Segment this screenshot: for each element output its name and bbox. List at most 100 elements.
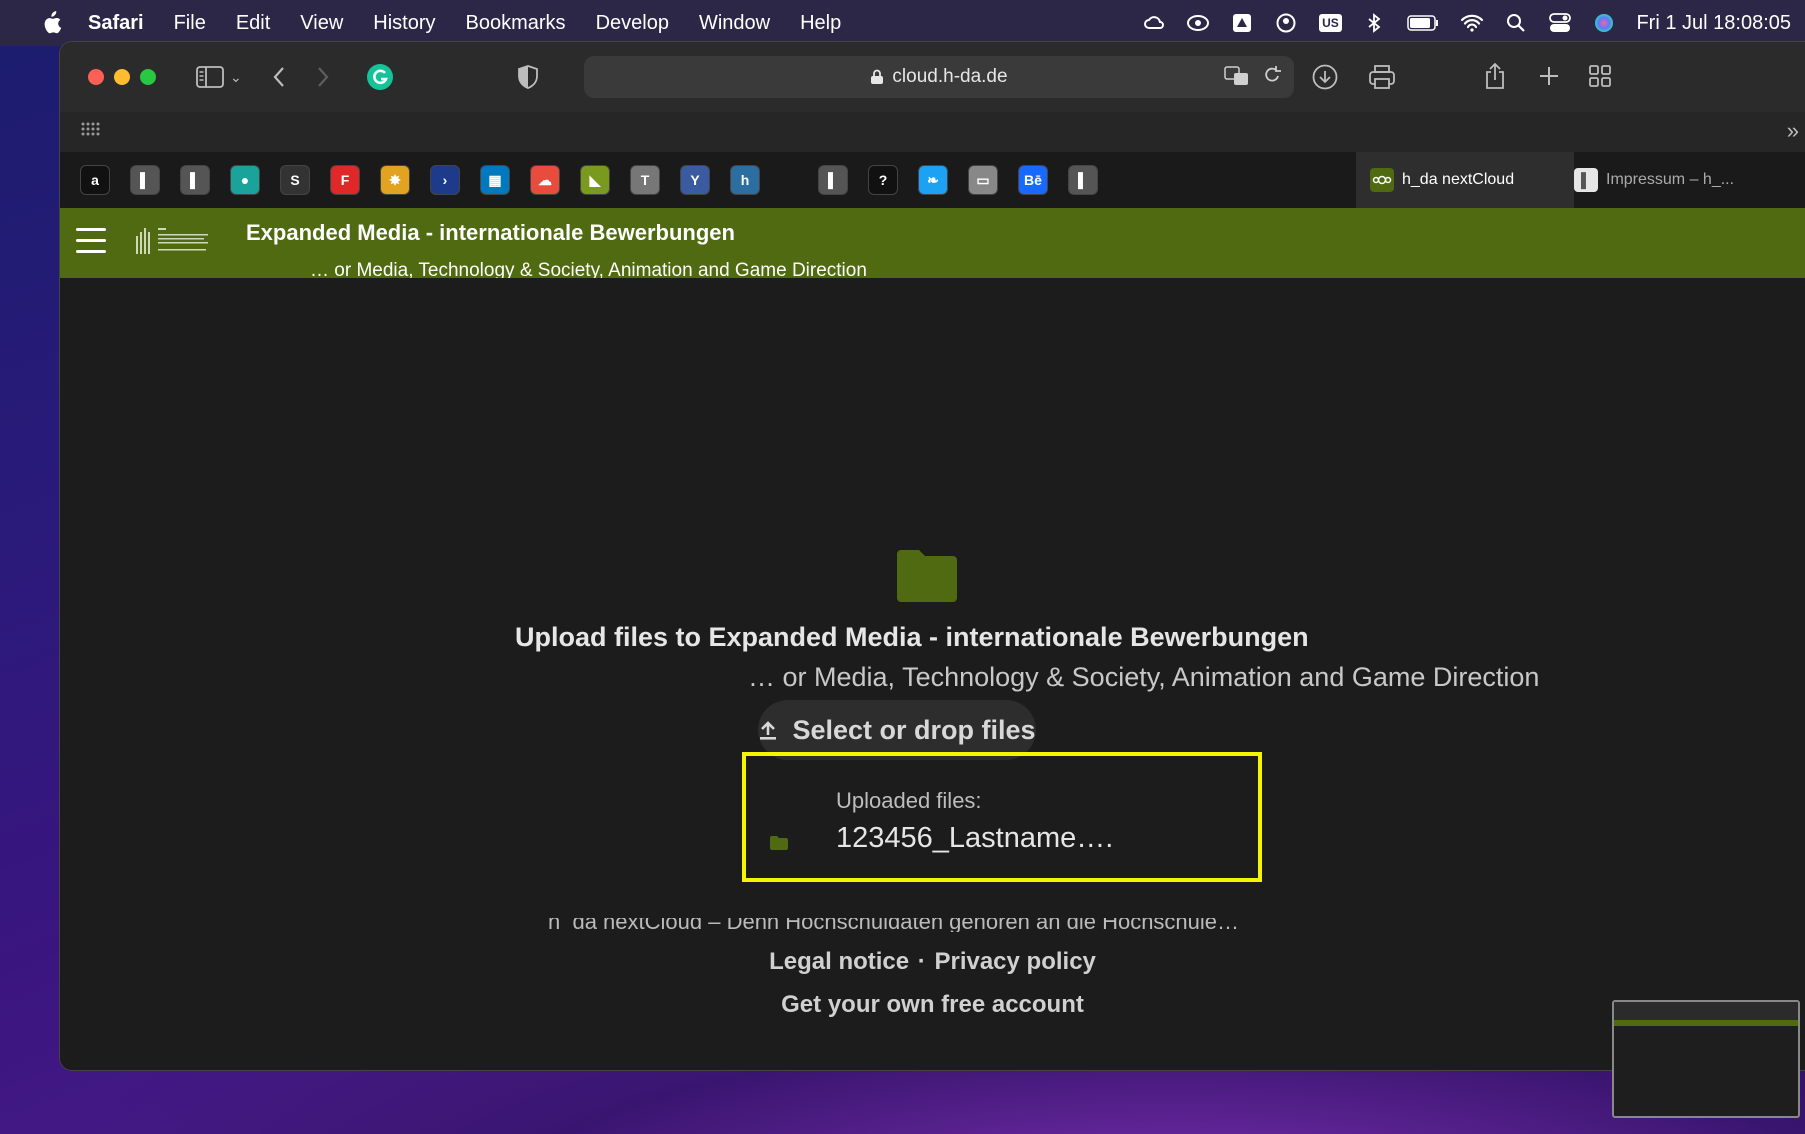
tab-overview-icon[interactable] xyxy=(1588,64,1612,88)
thumbnail-toolbar xyxy=(1614,1002,1798,1020)
privacy-shield-icon[interactable] xyxy=(517,65,538,89)
select-or-drop-files-button[interactable]: Select or drop files xyxy=(758,700,1036,760)
clouds-icon[interactable]: ☁ xyxy=(530,165,560,195)
footer-links: Legal notice · Privacy policy xyxy=(60,948,1805,976)
flipboard-icon[interactable]: F xyxy=(330,165,360,195)
menu-edit[interactable]: Edit xyxy=(236,12,270,35)
y-icon[interactable]: Y xyxy=(680,165,710,195)
amazon-icon[interactable]: a xyxy=(80,165,110,195)
double-chevron-icon[interactable]: » xyxy=(1787,118,1799,144)
hda-icon[interactable]: ▌ xyxy=(180,165,210,195)
address-bar[interactable]: cloud.h-da.de xyxy=(584,56,1294,98)
minimize-window-button[interactable] xyxy=(114,69,130,85)
puzzle-icon[interactable]: ✸ xyxy=(380,165,410,195)
nextcloud-icon xyxy=(1370,168,1394,192)
forward-icon[interactable] xyxy=(316,66,330,88)
hda-logo-icon xyxy=(136,228,208,254)
trello-icon[interactable]: ▦ xyxy=(480,165,510,195)
menu-bookmarks[interactable]: Bookmarks xyxy=(466,12,566,35)
menu-window[interactable]: Window xyxy=(699,12,770,35)
share-icon[interactable] xyxy=(1484,62,1506,90)
apps-grid-icon[interactable] xyxy=(80,120,100,138)
menu-develop[interactable]: Develop xyxy=(596,12,669,35)
tab-label: h_da nextCloud xyxy=(1402,171,1515,188)
menu-app-safari[interactable]: Safari xyxy=(88,12,144,35)
hda-icon[interactable]: ▌ xyxy=(130,165,160,195)
question-icon[interactable]: ? xyxy=(868,165,898,195)
chevron-icon[interactable]: › xyxy=(430,165,460,195)
status-area: US Fri 1 Jul 18:08:05 xyxy=(1142,0,1791,46)
translate-icon[interactable] xyxy=(1224,66,1250,86)
control-center-icon[interactable] xyxy=(1548,11,1572,35)
safari-window: ⌄ cloud.h-da.de » a ▌ ▌ ● S F ✸ › ▦ ☁ ◣ … xyxy=(60,42,1805,1070)
new-tab-icon[interactable] xyxy=(1537,64,1561,88)
user-icon[interactable] xyxy=(1274,11,1298,35)
uploaded-files-box: Uploaded files: 123456_Lastname…. xyxy=(742,752,1262,882)
thumbnail-header xyxy=(1614,1020,1798,1026)
input-source-icon[interactable]: US xyxy=(1318,11,1342,35)
apple-menu-icon[interactable] xyxy=(40,11,62,35)
zoom-window-button[interactable] xyxy=(140,69,156,85)
menu-bar: Safari File Edit View History Bookmarks … xyxy=(0,0,1805,46)
hda-icon: ▌ xyxy=(1574,168,1598,192)
tab-h-da-nextcloud[interactable]: h_da nextCloud xyxy=(1356,152,1574,208)
t-icon[interactable]: T xyxy=(630,165,660,195)
uploaded-file-name: 123456_Lastname…. xyxy=(836,822,1114,854)
grammarly-icon[interactable] xyxy=(366,63,394,91)
url-text: cloud.h-da.de xyxy=(892,66,1008,87)
screenshot-thumbnail[interactable] xyxy=(1612,1000,1800,1118)
green-flag-icon[interactable]: ◣ xyxy=(580,165,610,195)
folder-icon xyxy=(897,550,957,602)
siri-icon[interactable] xyxy=(1592,11,1616,35)
legal-notice-link[interactable]: Legal notice xyxy=(769,948,909,975)
footer-separator: · xyxy=(917,948,926,975)
tab-impressum[interactable]: ▌ Impressum – h_... xyxy=(1560,152,1803,208)
header-title: Expanded Media - internationale Bewerbun… xyxy=(246,220,735,245)
meet-icon[interactable]: ● xyxy=(230,165,260,195)
print-icon[interactable] xyxy=(1368,64,1396,90)
get-free-account-link[interactable]: Get your own free account xyxy=(60,991,1805,1019)
creative-cloud-sync-icon[interactable] xyxy=(1186,11,1210,35)
footer-tagline: h_da nextCloud – Denn Hochschuldaten geh… xyxy=(548,918,1240,932)
spotlight-icon[interactable] xyxy=(1504,11,1528,35)
bookmark-icons: a ▌ ▌ ● S F ✸ › ▦ ☁ ◣ T Yh ▌? ❧ ▭ Bē ▌ xyxy=(60,165,1098,195)
reload-icon[interactable] xyxy=(1262,64,1282,86)
sidebar-toggle-icon[interactable] xyxy=(196,66,224,88)
chevron-down-icon[interactable]: ⌄ xyxy=(230,69,242,86)
menu-help[interactable]: Help xyxy=(800,12,841,35)
bluetooth-icon[interactable] xyxy=(1362,11,1386,35)
hda-icon[interactable]: ▌ xyxy=(1068,165,1098,195)
upload-page: Upload files to Expanded Media - interna… xyxy=(60,278,1805,1070)
lock-icon xyxy=(871,69,884,84)
card-icon[interactable]: ▭ xyxy=(968,165,998,195)
menu-file[interactable]: File xyxy=(174,12,206,35)
behance-icon[interactable]: Bē xyxy=(1018,165,1048,195)
nextcloud-header: Expanded Media - internationale Bewerbun… xyxy=(60,208,1805,281)
uploaded-files-label: Uploaded files: xyxy=(836,788,982,813)
downloads-icon[interactable] xyxy=(1312,64,1338,90)
favorites-bar: » xyxy=(60,112,1805,152)
battery-icon[interactable] xyxy=(1406,11,1440,35)
tab-bar: a ▌ ▌ ● S F ✸ › ▦ ☁ ◣ T Yh ▌? ❧ ▭ Bē ▌ h_da nextCloud ▌ I… xyxy=(60,152,1805,208)
browser-toolbar: ⌄ cloud.h-da.de xyxy=(60,42,1805,112)
wifi-icon[interactable] xyxy=(1460,11,1484,35)
drive-icon[interactable] xyxy=(1230,11,1254,35)
twitter-icon[interactable]: ❧ xyxy=(918,165,948,195)
privacy-policy-link[interactable]: Privacy policy xyxy=(934,948,1095,975)
window-controls xyxy=(88,69,156,85)
upload-title: Upload files to Expanded Media - interna… xyxy=(515,622,1309,652)
creative-cloud-icon[interactable] xyxy=(1142,11,1166,35)
menubar-clock[interactable]: Fri 1 Jul 18:08:05 xyxy=(1636,12,1791,35)
menu-view[interactable]: View xyxy=(300,12,343,35)
file-folder-icon xyxy=(770,836,788,850)
back-icon[interactable] xyxy=(272,66,286,88)
upload-icon xyxy=(760,721,777,740)
close-window-button[interactable] xyxy=(88,69,104,85)
s-icon[interactable]: S xyxy=(280,165,310,195)
hamburger-menu-icon[interactable] xyxy=(76,228,106,254)
select-button-label: Select or drop files xyxy=(792,714,1036,745)
h-icon[interactable]: h xyxy=(730,165,760,195)
hda-icon[interactable]: ▌ xyxy=(818,165,848,195)
upload-subtitle: … or Media, Technology & Society, Animat… xyxy=(748,662,1540,692)
menu-history[interactable]: History xyxy=(373,12,435,35)
